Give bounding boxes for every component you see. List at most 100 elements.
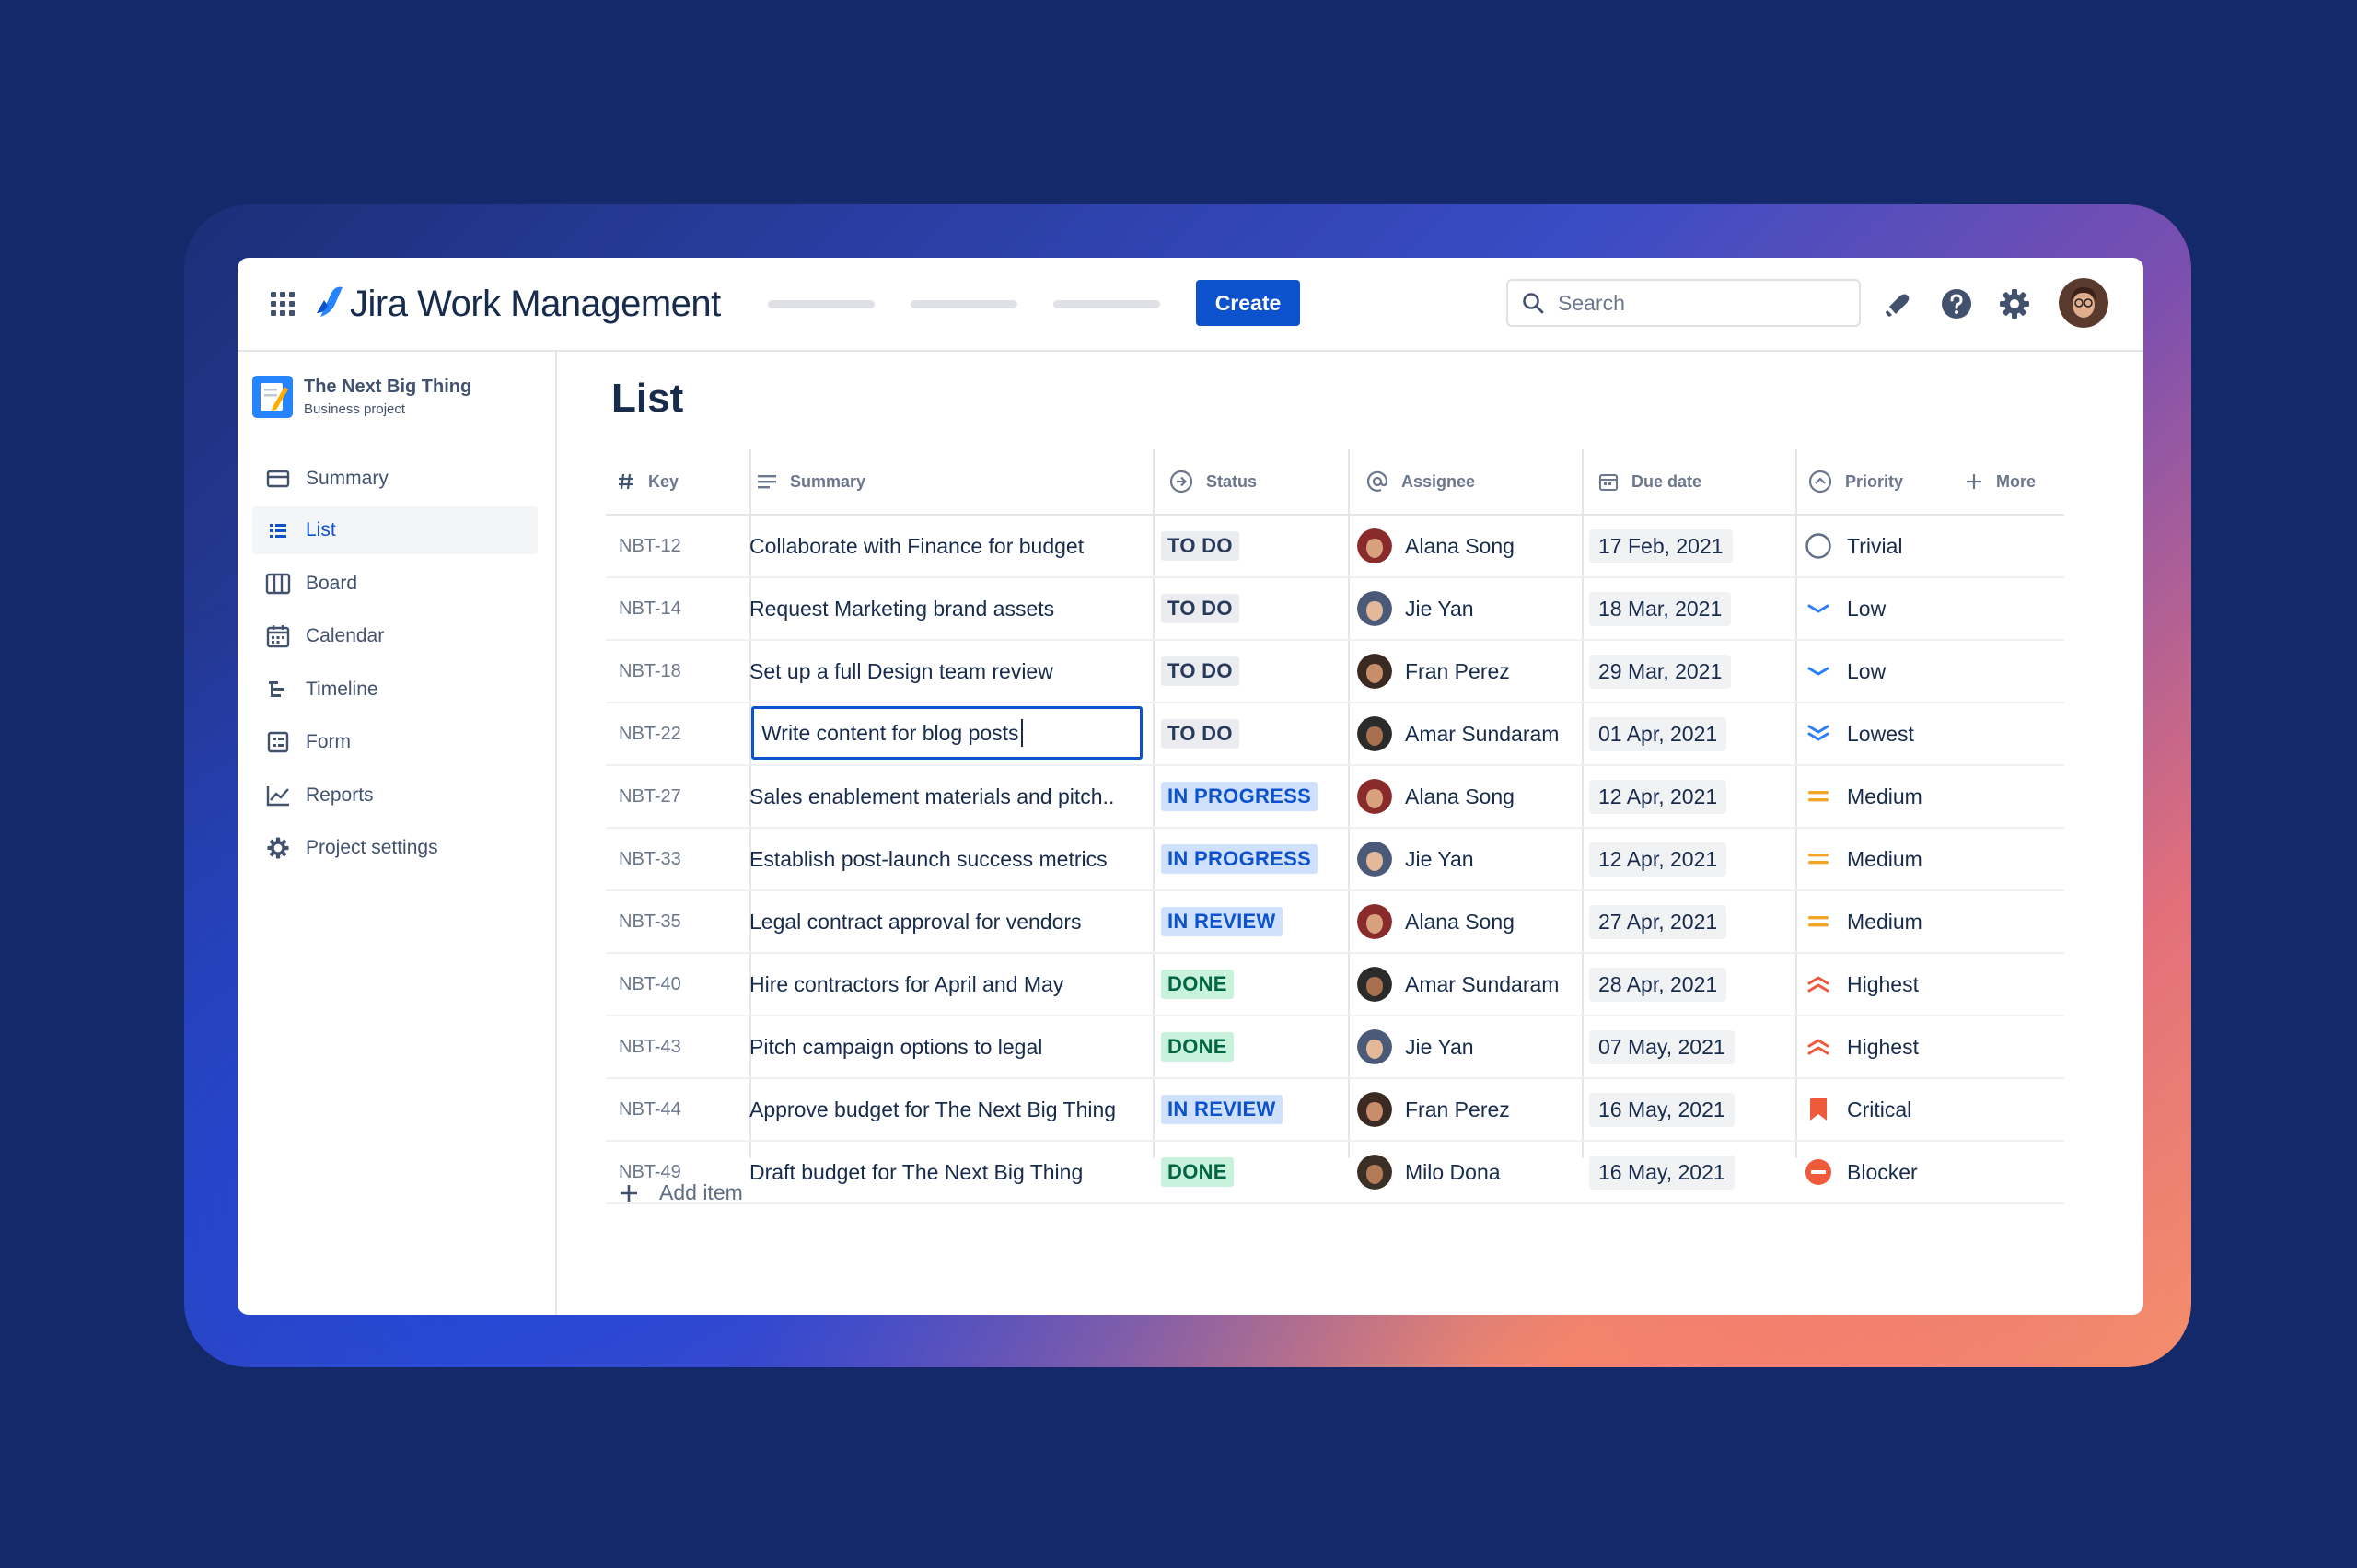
assignee-cell[interactable]: Amar Sundaram [1357,703,1559,764]
status-cell[interactable]: DONE [1161,1016,1234,1077]
notifications-icon[interactable] [1882,287,1915,320]
assignee-cell[interactable]: Jie Yan [1357,829,1474,889]
table-row[interactable]: NBT-18 Set up a full Design team review … [606,641,2064,703]
issue-key[interactable]: NBT-22 [619,703,681,764]
issue-key[interactable]: NBT-40 [619,954,681,1015]
status-badge[interactable]: DONE [1161,1032,1234,1062]
issue-key[interactable]: NBT-33 [619,829,681,889]
assignee-cell[interactable]: Milo Dona [1357,1142,1501,1202]
status-badge[interactable]: IN REVIEW [1161,1095,1283,1124]
due-date-cell[interactable]: 27 Apr, 2021 [1589,891,1727,952]
status-badge[interactable]: TO DO [1161,656,1239,686]
settings-gear-icon[interactable] [1998,287,2031,320]
assignee-cell[interactable]: Alana Song [1357,516,1515,576]
user-avatar[interactable] [2059,278,2108,328]
priority-cell[interactable]: Medium [1803,891,1922,952]
due-date-cell[interactable]: 07 May, 2021 [1589,1016,1735,1077]
summary-edit-field[interactable]: Write content for blog posts [751,706,1143,760]
table-row[interactable]: NBT-43 Pitch campaign options to legal D… [606,1016,2064,1079]
assignee-cell[interactable]: Fran Perez [1357,1079,1510,1140]
sidebar-item-reports[interactable]: Reports [252,772,538,819]
nav-placeholder[interactable] [1053,300,1160,308]
status-cell[interactable]: IN PROGRESS [1161,766,1318,827]
summary-cell[interactable]: Sales enablement materials and pitch.. [749,766,1114,827]
priority-cell[interactable]: Medium [1803,829,1922,889]
status-badge[interactable]: IN PROGRESS [1161,782,1318,811]
priority-cell[interactable]: Trivial [1803,516,1902,576]
create-button[interactable]: Create [1196,280,1300,326]
priority-cell[interactable]: Medium [1803,766,1922,827]
assignee-cell[interactable]: Alana Song [1357,891,1515,952]
due-date-cell[interactable]: 01 Apr, 2021 [1589,703,1727,764]
column-header-due-date[interactable]: Due date [1598,449,1701,514]
status-cell[interactable]: IN PROGRESS [1161,829,1318,889]
jira-logo-icon[interactable] [315,285,346,319]
status-cell[interactable]: TO DO [1161,641,1239,702]
product-name[interactable]: Jira Work Management [350,274,721,333]
project-header[interactable]: The Next Big Thing Business project [252,376,471,418]
due-date-cell[interactable]: 16 May, 2021 [1589,1142,1735,1202]
status-cell[interactable]: DONE [1161,1142,1234,1202]
status-cell[interactable]: TO DO [1161,578,1239,639]
summary-cell[interactable]: Collaborate with Finance for budget [749,516,1084,576]
due-date-cell[interactable]: 12 Apr, 2021 [1589,766,1727,827]
issue-key[interactable]: NBT-27 [619,766,681,827]
due-date-cell[interactable]: 18 Mar, 2021 [1589,578,1732,639]
sidebar-item-form[interactable]: Form [252,718,538,766]
assignee-cell[interactable]: Fran Perez [1357,641,1510,702]
status-cell[interactable]: IN REVIEW [1161,891,1283,952]
status-badge[interactable]: TO DO [1161,531,1239,561]
summary-cell[interactable]: Set up a full Design team review [749,641,1053,702]
table-row[interactable]: NBT-35 Legal contract approval for vendo… [606,891,2064,954]
sidebar-item-timeline[interactable]: Timeline [252,666,538,714]
due-date-cell[interactable]: 17 Feb, 2021 [1589,516,1733,576]
column-header-summary[interactable]: Summary [757,449,865,514]
column-header-key[interactable]: Key [617,449,679,514]
status-badge[interactable]: DONE [1161,970,1234,999]
due-date-cell[interactable]: 29 Mar, 2021 [1589,641,1732,702]
table-row[interactable]: NBT-44 Approve budget for The Next Big T… [606,1079,2064,1142]
column-header-assignee[interactable]: Assignee [1366,449,1475,514]
status-cell[interactable]: TO DO [1161,703,1239,764]
nav-placeholder[interactable] [768,300,875,308]
status-badge[interactable]: IN PROGRESS [1161,844,1318,874]
assignee-cell[interactable]: Alana Song [1357,766,1515,827]
status-badge[interactable]: TO DO [1161,719,1239,749]
status-badge[interactable]: IN REVIEW [1161,907,1283,936]
app-switcher-icon[interactable] [269,290,296,318]
table-row[interactable]: NBT-14 Request Marketing brand assets TO… [606,578,2064,641]
status-badge[interactable]: TO DO [1161,594,1239,623]
status-cell[interactable]: TO DO [1161,516,1239,576]
summary-cell[interactable]: Pitch campaign options to legal [749,1016,1042,1077]
table-row[interactable]: NBT-40 Hire contractors for April and Ma… [606,954,2064,1016]
sidebar-item-list[interactable]: List [252,506,538,554]
summary-cell[interactable]: Approve budget for The Next Big Thing [749,1079,1116,1140]
priority-cell[interactable]: Low [1803,578,1886,639]
table-row[interactable]: NBT-22 Write content for blog posts TO D… [606,703,2064,766]
priority-cell[interactable]: Highest [1803,1016,1919,1077]
due-date-cell[interactable]: 16 May, 2021 [1589,1079,1735,1140]
priority-cell[interactable]: Highest [1803,954,1919,1015]
status-cell[interactable]: IN REVIEW [1161,1079,1283,1140]
summary-cell[interactable]: Establish post-launch success metrics [749,829,1108,889]
sidebar-item-board[interactable]: Board [252,560,538,608]
column-header-more[interactable]: More [1965,449,2036,514]
summary-cell[interactable]: Legal contract approval for vendors [749,891,1082,952]
sidebar-item-summary[interactable]: Summary [252,455,538,503]
column-header-status[interactable]: Status [1169,449,1257,514]
due-date-cell[interactable]: 12 Apr, 2021 [1589,829,1727,889]
issue-key[interactable]: NBT-35 [619,891,681,952]
due-date-cell[interactable]: 28 Apr, 2021 [1589,954,1727,1015]
issue-key[interactable]: NBT-12 [619,516,681,576]
table-row[interactable]: NBT-49 Draft budget for The Next Big Thi… [606,1142,2064,1204]
priority-cell[interactable]: Lowest [1803,703,1914,764]
priority-cell[interactable]: Low [1803,641,1886,702]
issue-key[interactable]: NBT-18 [619,641,681,702]
assignee-cell[interactable]: Jie Yan [1357,578,1474,639]
column-header-priority[interactable]: Priority [1808,449,1903,514]
table-row[interactable]: NBT-33 Establish post-launch success met… [606,829,2064,891]
add-item-button[interactable]: Add item [619,1180,743,1205]
nav-placeholder[interactable] [911,300,1017,308]
assignee-cell[interactable]: Jie Yan [1357,1016,1474,1077]
priority-cell[interactable]: Critical [1803,1079,1911,1140]
